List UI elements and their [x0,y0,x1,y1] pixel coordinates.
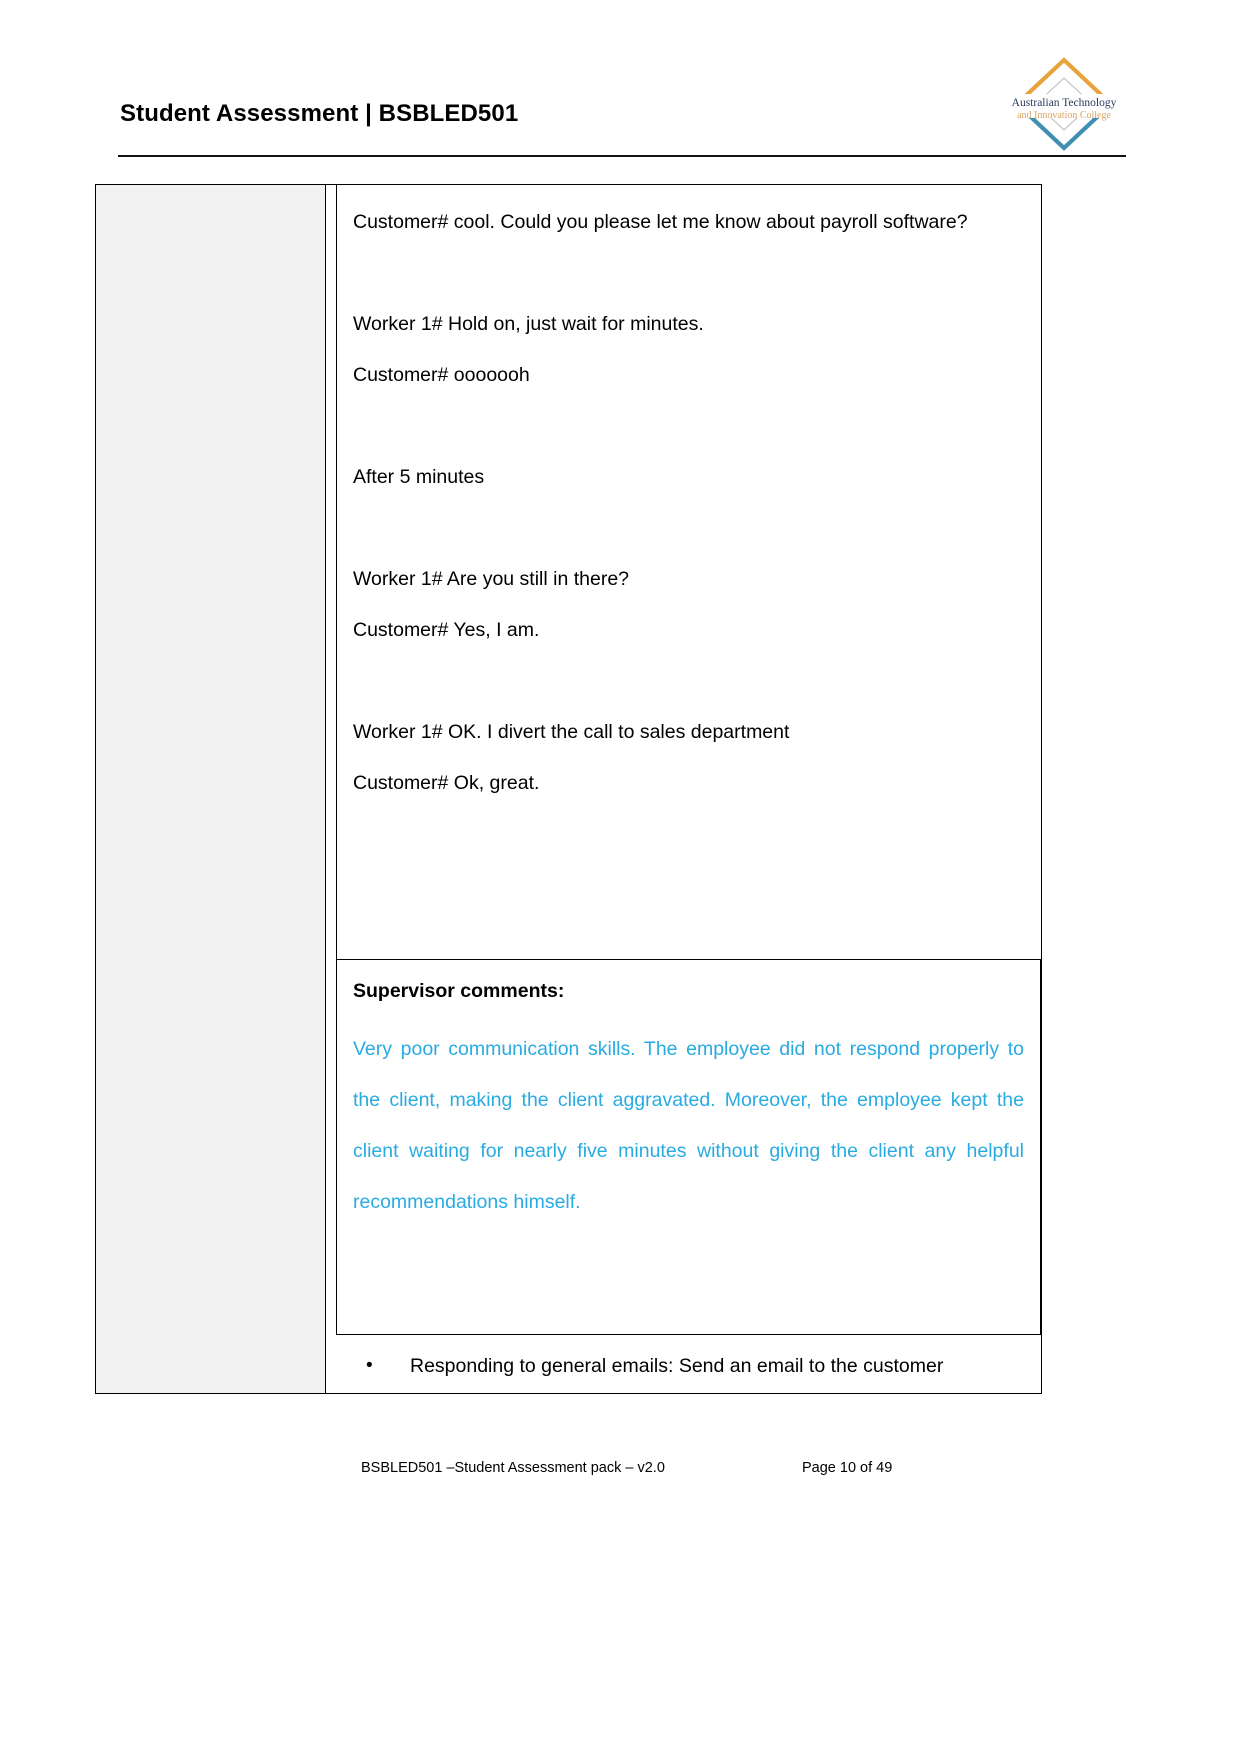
transcript-line: Worker 1# Are you still in there? [353,568,630,590]
list-item: • Responding to general emails: Send an … [352,1351,1025,1381]
table-left-column [96,185,326,1393]
page-title: Student Assessment | BSBLED501 [120,100,519,127]
supervisor-comments-cell: Supervisor comments: Very poor communica… [336,960,1041,1335]
bullet-marker-icon: • [366,1355,373,1376]
supervisor-comments-title: Supervisor comments: [353,980,565,1002]
bullet-cell: • Responding to general emails: Send an … [336,1335,1041,1393]
table-right-column: Customer# cool. Could you please let me … [326,185,1041,1393]
header-divider [118,155,1126,157]
transcript-line: Worker 1# Hold on, just wait for minutes… [353,313,704,335]
college-logo: Australian Technology and Innovation Col… [1003,48,1125,160]
document-page: Student Assessment | BSBLED501 Australia… [0,0,1241,1754]
svg-text:and Innovation College: and Innovation College [1017,110,1111,121]
footer-document-label: BSBLED501 –Student Assessment pack – v2.… [361,1460,665,1476]
transcript-line: Customer# cool. Could you please let me … [353,211,968,233]
transcript-line: Customer# Ok, great. [353,772,540,794]
transcript-line: Worker 1# OK. I divert the call to sales… [353,721,790,743]
supervisor-comments-text: Very poor communication skills. The empl… [353,1038,1024,1213]
transcript-line: Customer# ooooooh [353,364,530,386]
footer-page-number: Page 10 of 49 [802,1460,893,1476]
transcript-line: Customer# Yes, I am. [353,619,540,641]
bullet-text: Responding to general emails: Send an em… [410,1355,944,1377]
transcript-line: After 5 minutes [353,466,485,488]
content-table: Customer# cool. Could you please let me … [95,184,1042,1394]
transcript-cell: Customer# cool. Could you please let me … [336,185,1041,960]
page-footer: BSBLED501 –Student Assessment pack – v2.… [0,1460,1241,1484]
supervisor-comments-box: Supervisor comments: Very poor communica… [336,960,1041,1335]
svg-text:Australian Technology: Australian Technology [1012,97,1117,109]
